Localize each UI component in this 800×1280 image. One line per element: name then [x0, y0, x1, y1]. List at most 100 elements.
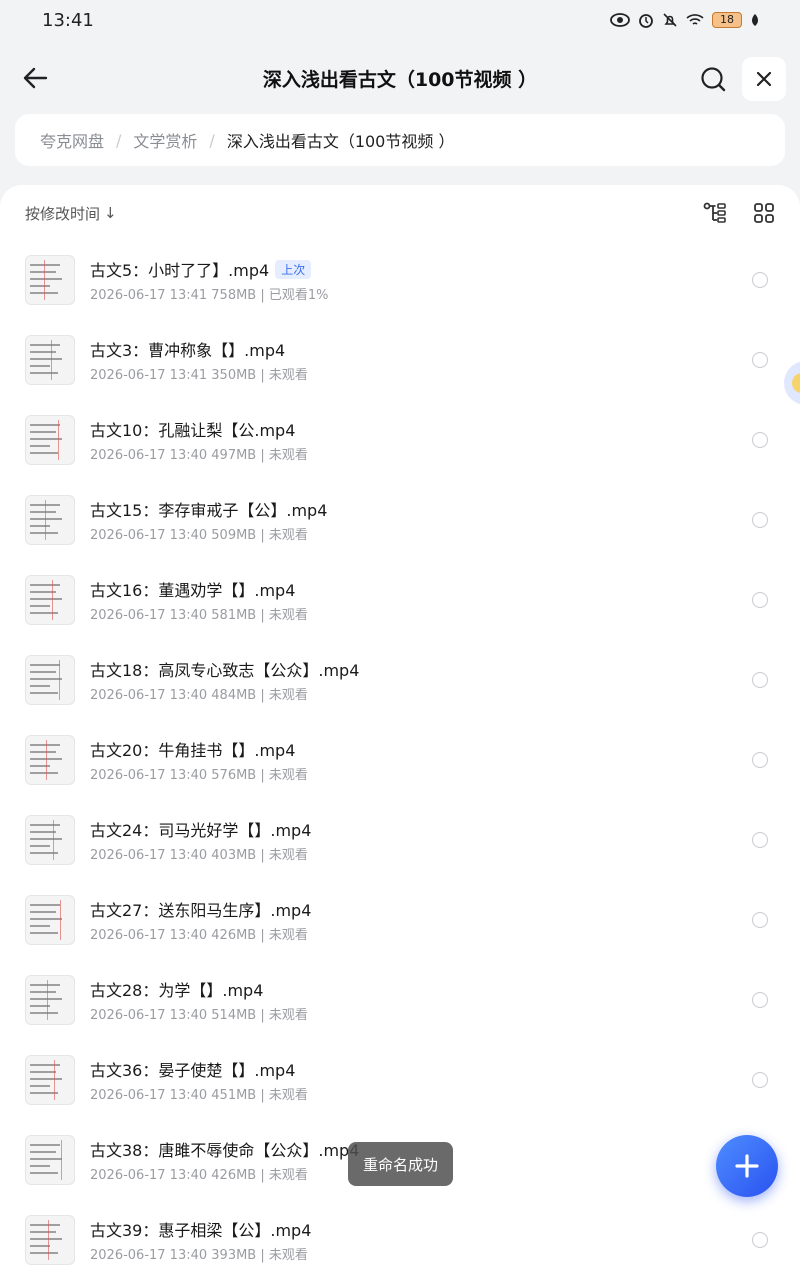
view-icons: [703, 202, 775, 224]
file-meta: 2026-06-17 13:41 758MB | 已观看1%: [90, 288, 329, 303]
file-name-text: 古文28：为学【】.mp4: [90, 981, 264, 1000]
file-row[interactable]: 古文36：晏子使楚【】.mp4 2026-06-17 13:40 451MB | …: [0, 1040, 800, 1120]
select-radio[interactable]: [752, 1232, 768, 1248]
file-name: 古文16：董遇劝学【】.mp4: [90, 577, 295, 601]
toast-message: 重命名成功: [348, 1142, 453, 1186]
file-name-text: 古文38：唐雎不辱使命【公众】.mp4: [90, 1141, 360, 1160]
file-meta: 2026-06-17 13:40 509MB | 未观看: [90, 528, 308, 543]
search-button[interactable]: [697, 63, 729, 95]
video-thumbnail: [25, 335, 75, 385]
file-row[interactable]: 古文16：董遇劝学【】.mp4 2026-06-17 13:40 581MB | …: [0, 560, 800, 640]
file-meta: 2026-06-17 13:40 403MB | 未观看: [90, 848, 308, 863]
file-name-text: 古文39：惠子相梁【公】.mp4: [90, 1221, 312, 1240]
file-name: 古文24：司马光好学【】.mp4: [90, 817, 311, 841]
file-row[interactable]: 古文18：高凤专心致志【公众】.mp4 2026-06-17 13:40 484M…: [0, 640, 800, 720]
file-meta: 2026-06-17 13:40 576MB | 未观看: [90, 768, 308, 783]
file-name-text: 古文20：牛角挂书【】.mp4: [90, 741, 296, 760]
file-name: 古文39：惠子相梁【公】.mp4: [90, 1217, 311, 1241]
file-row[interactable]: 古文15：李存审戒子【公】.mp4 2026-06-17 13:40 509MB …: [0, 480, 800, 560]
file-list-panel: 按修改时间 ↓ 古文5：小时了了】.mp4 上次 2026-06-17 13:41 …: [0, 185, 800, 1280]
video-thumbnail: [25, 815, 75, 865]
file-name-text: 古文18：高凤专心致志【公众】.mp4: [90, 661, 360, 680]
file-name-text: 古文5：小时了了】.mp4: [90, 261, 270, 280]
file-row[interactable]: 古文24：司马光好学【】.mp4 2026-06-17 13:40 403MB |…: [0, 800, 800, 880]
file-meta: 2026-06-17 13:40 426MB | 未观看: [90, 1168, 308, 1183]
close-button[interactable]: [742, 57, 786, 101]
file-name: 古文10：孔融让梨【公.mp4: [90, 417, 295, 441]
file-meta: 2026-06-17 13:40 581MB | 未观看: [90, 608, 308, 623]
eye-icon: [610, 13, 630, 27]
sort-label: 按修改时间: [25, 204, 101, 223]
file-meta: 2026-06-17 13:41 350MB | 未观看: [90, 368, 308, 383]
file-name-text: 古文24：司马光好学【】.mp4: [90, 821, 312, 840]
file-name: 古文28：为学【】.mp4: [90, 977, 263, 1001]
select-radio[interactable]: [752, 992, 768, 1008]
breadcrumb-item-root[interactable]: 夸克网盘: [40, 128, 104, 152]
status-time: 13:41: [42, 9, 94, 31]
video-thumbnail: [25, 1135, 75, 1185]
select-radio[interactable]: [752, 672, 768, 688]
file-name: 古文20：牛角挂书【】.mp4: [90, 737, 295, 761]
file-row[interactable]: 古文27：送东阳马生序】.mp4 2026-06-17 13:40 426MB |…: [0, 880, 800, 960]
select-radio[interactable]: [752, 912, 768, 928]
select-radio[interactable]: [752, 272, 768, 288]
video-thumbnail: [25, 975, 75, 1025]
file-name: 古文36：晏子使楚【】.mp4: [90, 1057, 295, 1081]
file-name-text: 古文15：李存审戒子【公】.mp4: [90, 501, 328, 520]
sort-bar: 按修改时间 ↓: [25, 201, 775, 225]
file-name: 古文38：唐雎不辱使命【公众】.mp4: [90, 1137, 359, 1161]
grid-view-icon[interactable]: [753, 202, 775, 224]
select-radio[interactable]: [752, 1072, 768, 1088]
breadcrumb: 夸克网盘 / 文学赏析 / 深入浅出看古文（100节视频 ）: [15, 114, 785, 166]
tree-view-icon[interactable]: [703, 202, 727, 224]
select-radio[interactable]: [752, 512, 768, 528]
select-radio[interactable]: [752, 352, 768, 368]
add-button[interactable]: [716, 1135, 778, 1197]
video-thumbnail: [25, 495, 75, 545]
select-radio[interactable]: [752, 752, 768, 768]
header: 深入浅出看古文（100节视频 ）: [0, 52, 800, 104]
alarm-icon: [639, 14, 653, 28]
video-thumbnail: [25, 255, 75, 305]
file-name-text: 古文10：孔融让梨【公.mp4: [90, 421, 296, 440]
plus-icon: [735, 1154, 759, 1178]
close-icon: [757, 72, 771, 86]
file-name: 古文27：送东阳马生序】.mp4: [90, 897, 311, 921]
status-bar: 13:41 18: [0, 0, 800, 40]
breadcrumb-item-folder[interactable]: 文学赏析: [133, 128, 197, 152]
select-radio[interactable]: [752, 432, 768, 448]
search-icon: [701, 67, 726, 92]
video-thumbnail: [25, 1055, 75, 1105]
file-name-text: 古文3：曹冲称象【】.mp4: [90, 341, 286, 360]
wifi-icon: [686, 14, 704, 25]
assistant-icon: [792, 373, 800, 393]
sort-arrow-icon: ↓: [104, 204, 117, 222]
file-name-text: 古文36：晏子使楚【】.mp4: [90, 1061, 296, 1080]
file-name: 古文15：李存审戒子【公】.mp4: [90, 497, 327, 521]
file-name-text: 古文27：送东阳马生序】.mp4: [90, 901, 312, 920]
file-meta: 2026-06-17 13:40 426MB | 未观看: [90, 928, 308, 943]
video-thumbnail: [25, 895, 75, 945]
file-row[interactable]: 古文5：小时了了】.mp4 上次 2026-06-17 13:41 758MB | …: [0, 240, 800, 320]
file-meta: 2026-06-17 13:40 393MB | 未观看: [90, 1248, 308, 1263]
video-thumbnail: [25, 735, 75, 785]
file-list: 古文5：小时了了】.mp4 上次 2026-06-17 13:41 758MB | …: [0, 240, 800, 1280]
file-meta: 2026-06-17 13:40 484MB | 未观看: [90, 688, 308, 703]
sort-button[interactable]: 按修改时间 ↓: [25, 203, 117, 224]
select-radio[interactable]: [752, 592, 768, 608]
file-row[interactable]: 古文3：曹冲称象【】.mp4 2026-06-17 13:41 350MB | 未…: [0, 320, 800, 400]
last-watched-badge: 上次: [275, 260, 312, 279]
mute-icon: [663, 13, 677, 27]
file-meta: 2026-06-17 13:40 514MB | 未观看: [90, 1008, 308, 1023]
page-title: 深入浅出看古文（100节视频 ）: [262, 69, 538, 91]
file-name-text: 古文16：董遇劝学【】.mp4: [90, 581, 296, 600]
video-thumbnail: [25, 575, 75, 625]
breadcrumb-item-current: 深入浅出看古文（100节视频 ）: [226, 132, 455, 151]
file-name: 古文18：高凤专心致志【公众】.mp4: [90, 657, 359, 681]
file-row[interactable]: 古文10：孔融让梨【公.mp4 2026-06-17 13:40 497MB | …: [0, 400, 800, 480]
video-thumbnail: [25, 415, 75, 465]
file-row[interactable]: 古文28：为学【】.mp4 2026-06-17 13:40 514MB | 未观…: [0, 960, 800, 1040]
select-radio[interactable]: [752, 832, 768, 848]
file-row[interactable]: 古文20：牛角挂书【】.mp4 2026-06-17 13:40 576MB | …: [0, 720, 800, 800]
file-row[interactable]: 古文39：惠子相梁【公】.mp4 2026-06-17 13:40 393MB |…: [0, 1200, 800, 1280]
